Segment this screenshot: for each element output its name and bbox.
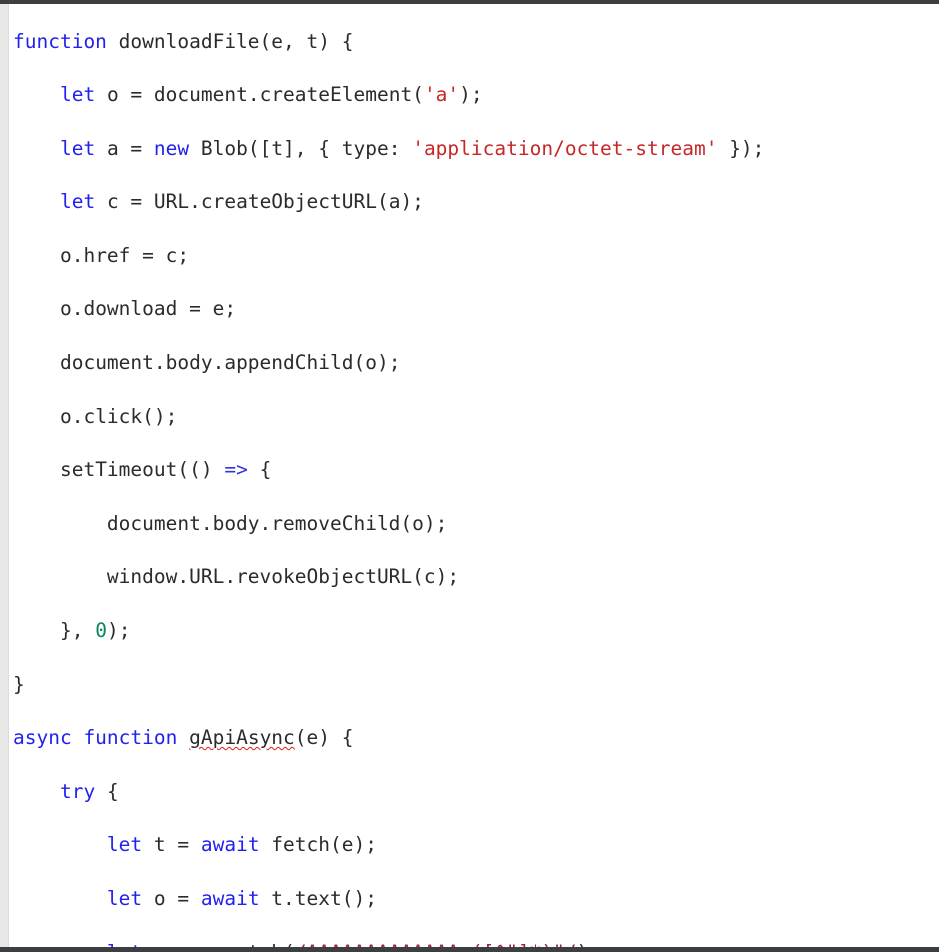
- token-plain: c = URL.createObjectURL(a);: [95, 190, 424, 214]
- token-plain: }: [13, 672, 25, 696]
- token-plain: a = o.match(: [142, 941, 295, 947]
- code-line: setTimeout(() => {: [13, 457, 939, 484]
- code-line: let o = await t.text();: [13, 886, 939, 913]
- token-plain: a =: [95, 136, 154, 160]
- token-plain: {: [95, 779, 119, 803]
- token-kw: let: [59, 83, 96, 107]
- code-line: let t = await fetch(e);: [13, 832, 939, 859]
- token-kw: let: [59, 190, 96, 214]
- editor-gutter: [0, 4, 9, 947]
- code-line: o.href = c;: [13, 243, 939, 270]
- code-line: }, 0);: [13, 618, 939, 645]
- code-editor-viewport: function downloadFile(e, t) { let o = do…: [0, 0, 939, 952]
- token-plain: );: [106, 619, 131, 643]
- code-line: o.click();: [13, 404, 939, 431]
- token-plain: {: [247, 458, 272, 482]
- token-kw: try: [59, 779, 96, 803]
- token-plain: t =: [142, 833, 201, 857]
- code-block[interactable]: function downloadFile(e, t) { let o = do…: [13, 29, 939, 948]
- token-plain: o = document.createElement(: [95, 83, 424, 107]
- code-line: let a = o.match(/AAAAAAAAAAAAAw([^"]*)"/…: [13, 940, 939, 947]
- token-plain: o.download = e;: [59, 297, 237, 321]
- token-plain: o.click();: [59, 404, 178, 428]
- token-plain: window.URL.revokeObjectURL(c);: [106, 565, 460, 589]
- token-plain: downloadFile(e, t) {: [106, 29, 354, 53]
- token-kw: await: [200, 833, 260, 857]
- token-kw: let: [106, 887, 143, 910]
- code-line: async function gApiAsync(e) {: [13, 725, 939, 752]
- token-kw: function: [13, 29, 107, 53]
- code-line: window.URL.revokeObjectURL(c);: [13, 564, 939, 591]
- token-kw: let: [59, 136, 96, 160]
- token-plain: t.text();: [259, 887, 377, 910]
- code-line: let o = document.createElement('a');: [13, 82, 939, 109]
- token-plain: document.body.appendChild(o);: [59, 351, 401, 375]
- token-plain: setTimeout((): [59, 458, 225, 482]
- code-line: let a = new Blob([t], { type: 'applicati…: [13, 136, 939, 163]
- token-plain: });: [717, 136, 765, 160]
- code-line: document.body.appendChild(o);: [13, 350, 939, 377]
- token-kw: await: [200, 887, 260, 910]
- token-num: 0: [95, 619, 107, 643]
- misspelled-identifier: gApiAsync: [189, 726, 295, 750]
- token-kw: async function: [13, 726, 178, 750]
- token-plain: fetch(e);: [259, 833, 377, 857]
- token-kw: new: [153, 136, 190, 160]
- token-plain: },: [59, 619, 96, 643]
- token-str: 'application/octet-stream': [412, 136, 718, 160]
- token-plain: );: [577, 941, 600, 947]
- code-line: }: [13, 672, 939, 699]
- token-plain: Blob([t], { type:: [189, 136, 413, 160]
- token-str: 'a': [423, 83, 460, 107]
- token-rgx: /AAAAAAAAAAAAAw([^"]*)"/: [295, 941, 577, 947]
- token-op: =>: [224, 458, 248, 482]
- code-line: let c = URL.createObjectURL(a);: [13, 189, 939, 216]
- token-plain: o =: [142, 887, 201, 910]
- token-plain: );: [459, 83, 483, 107]
- token-kw: let: [106, 833, 143, 857]
- code-line: document.body.removeChild(o);: [13, 511, 939, 538]
- token-plain: o.href = c;: [59, 243, 190, 267]
- token-plain: (e) {: [294, 726, 354, 750]
- code-line: try {: [13, 779, 939, 806]
- token-plain: document.body.removeChild(o);: [106, 511, 448, 535]
- code-line: function downloadFile(e, t) {: [13, 29, 939, 56]
- token-kw: let: [107, 941, 142, 947]
- code-line: o.download = e;: [13, 296, 939, 323]
